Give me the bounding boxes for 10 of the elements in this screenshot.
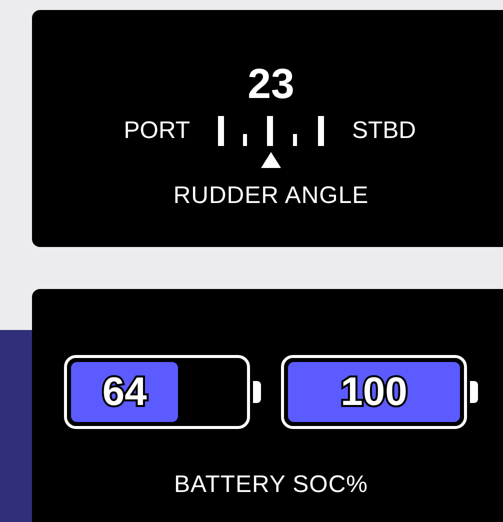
battery-reading: 100 xyxy=(340,370,408,414)
battery-terminal xyxy=(253,381,261,403)
rudder-value: 23 xyxy=(248,60,294,108)
stbd-label: STBD xyxy=(352,116,418,146)
port-label: PORT xyxy=(122,116,190,146)
battery-terminal xyxy=(470,381,478,403)
battery-title: BATTERY SOC% xyxy=(174,471,368,499)
rudder-title: RUDDER ANGLE xyxy=(173,182,369,210)
battery-reading: 64 xyxy=(102,370,147,414)
pointer-icon xyxy=(261,152,281,168)
